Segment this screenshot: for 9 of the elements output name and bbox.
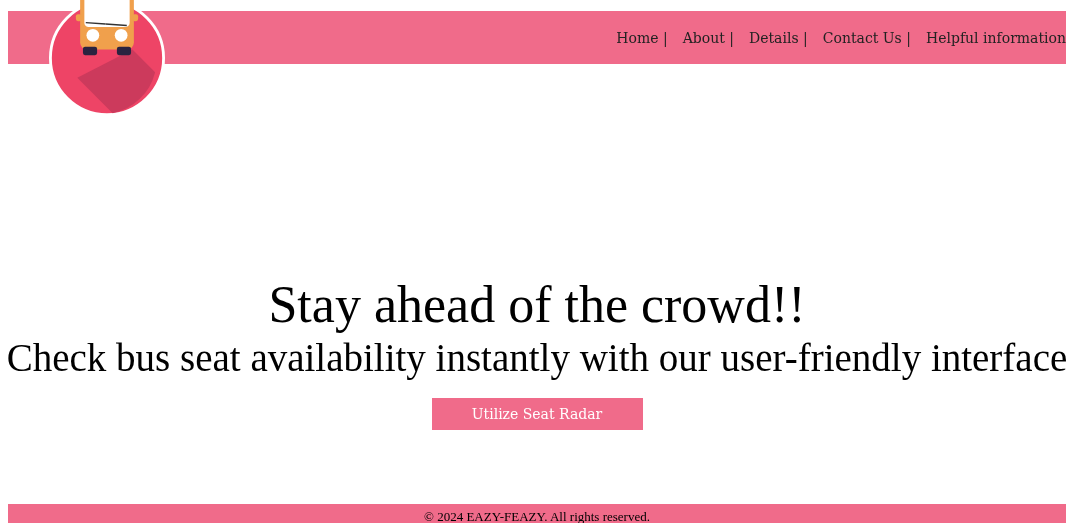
nav-link[interactable]: Helpful information bbox=[925, 29, 1066, 46]
seat-radar-button[interactable]: Utilize Seat Radar bbox=[431, 398, 643, 431]
copyright-text: © 2024 EAZY-FEAZY. All rights reserved. bbox=[424, 510, 650, 523]
hero-subtitle: Check bus seat availability instantly with our user-friendly interface bbox=[6, 337, 1066, 381]
nav-link[interactable]: Home | bbox=[616, 29, 668, 46]
nav-link[interactable]: About | bbox=[682, 29, 734, 46]
nav-link[interactable]: Details | bbox=[748, 29, 808, 46]
nav-link[interactable]: Contact Us | bbox=[822, 29, 911, 46]
hero-title: Stay ahead of the crowd!! bbox=[268, 276, 806, 334]
